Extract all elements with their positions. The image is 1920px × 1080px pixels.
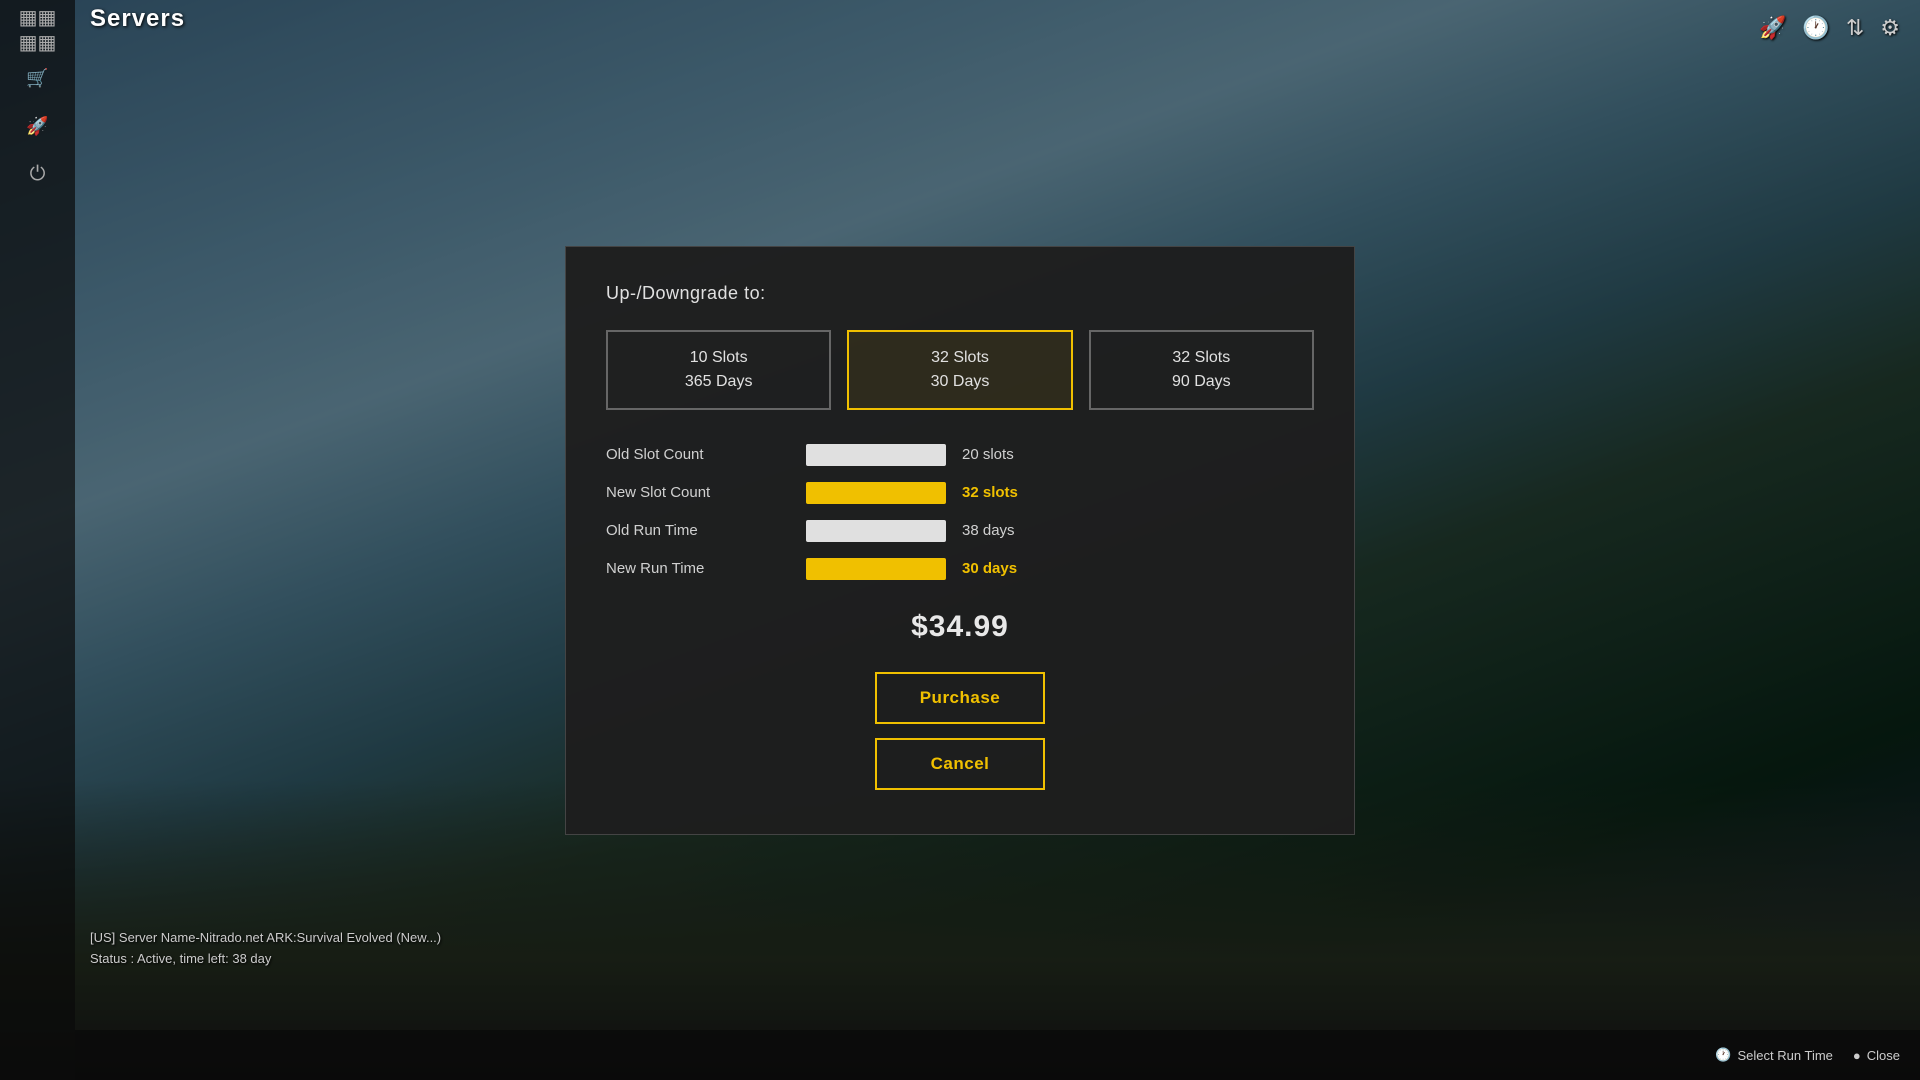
clock-icon-top[interactable]: 🕐 bbox=[1802, 15, 1829, 41]
new-runtime-value-wrap: 30 days bbox=[806, 558, 1314, 580]
new-runtime-bar bbox=[806, 558, 946, 580]
page-title: Servers bbox=[90, 5, 185, 33]
slot-option-1-line2: 365 Days bbox=[685, 373, 753, 390]
cancel-button[interactable]: Cancel bbox=[875, 738, 1045, 790]
rocket-icon-top[interactable]: 🚀 bbox=[1759, 15, 1786, 41]
new-slot-value: 32 slots bbox=[962, 484, 1018, 501]
servers-icon: ▦▦▦▦ bbox=[19, 5, 57, 55]
price-display: $34.99 bbox=[606, 610, 1314, 644]
purchase-button[interactable]: Purchase bbox=[875, 672, 1045, 724]
slot-option-1-line1: 10 Slots bbox=[690, 349, 748, 366]
gear-icon-top[interactable]: ⚙ bbox=[1880, 15, 1900, 41]
new-slot-bar bbox=[806, 482, 946, 504]
server-status: Status : Active, time left: 38 day bbox=[90, 949, 441, 970]
new-runtime-label: New Run Time bbox=[606, 560, 806, 577]
old-runtime-label: Old Run Time bbox=[606, 522, 806, 539]
old-runtime-value: 38 days bbox=[962, 522, 1015, 539]
old-runtime-value-wrap: 38 days bbox=[806, 520, 1314, 542]
bottom-select-runtime[interactable]: 🕐 Select Run Time bbox=[1715, 1047, 1833, 1063]
sidebar-item-boost[interactable]: 🚀 bbox=[13, 106, 63, 146]
sidebar-item-shop[interactable]: 🛒 bbox=[13, 58, 63, 98]
bottom-bar: 🕐 Select Run Time ● Close bbox=[75, 1030, 1920, 1080]
slot-option-3-line1: 32 Slots bbox=[1172, 349, 1230, 366]
sidebar: ▦▦▦▦ 🛒 🚀 ⏻ bbox=[0, 0, 75, 1080]
top-right-toolbar: 🚀 🕐 ⇅ ⚙ bbox=[1759, 15, 1900, 41]
server-info: [US] Server Name-Nitrado.net ARK:Surviva… bbox=[90, 928, 441, 970]
server-name: [US] Server Name-Nitrado.net ARK:Surviva… bbox=[90, 928, 441, 949]
new-slot-value-wrap: 32 slots bbox=[806, 482, 1314, 504]
rocket-icon-sidebar: 🚀 bbox=[26, 116, 48, 137]
slot-option-2-line2: 30 Days bbox=[931, 373, 990, 390]
old-slot-value-wrap: 20 slots bbox=[806, 444, 1314, 466]
upgrade-modal: Up-/Downgrade to: 10 Slots 365 Days 32 S… bbox=[565, 246, 1355, 835]
slot-option-2-line1: 32 Slots bbox=[931, 349, 989, 366]
cart-icon: 🛒 bbox=[26, 68, 48, 89]
new-slot-label: New Slot Count bbox=[606, 484, 806, 501]
old-slot-label: Old Slot Count bbox=[606, 446, 806, 463]
old-slot-bar bbox=[806, 444, 946, 466]
bottom-runtime-label: Select Run Time bbox=[1738, 1048, 1833, 1063]
new-runtime-value: 30 days bbox=[962, 560, 1017, 577]
modal-title: Up-/Downgrade to: bbox=[606, 283, 1314, 304]
clock-icon-bottom: 🕐 bbox=[1715, 1047, 1731, 1063]
bottom-close[interactable]: ● Close bbox=[1853, 1048, 1900, 1063]
bottom-close-label: Close bbox=[1867, 1048, 1900, 1063]
power-icon: ⏻ bbox=[30, 163, 46, 186]
slot-option-1[interactable]: 10 Slots 365 Days bbox=[606, 330, 831, 410]
details-grid: Old Slot Count 20 slots New Slot Count 3… bbox=[606, 444, 1314, 580]
sort-icon-top[interactable]: ⇅ bbox=[1846, 15, 1864, 41]
old-slot-value: 20 slots bbox=[962, 446, 1014, 463]
slot-option-3-line2: 90 Days bbox=[1172, 373, 1231, 390]
close-icon-bottom: ● bbox=[1853, 1048, 1861, 1063]
old-runtime-bar bbox=[806, 520, 946, 542]
action-buttons: Purchase Cancel bbox=[606, 672, 1314, 790]
sidebar-item-servers[interactable]: ▦▦▦▦ bbox=[13, 10, 63, 50]
slot-option-2[interactable]: 32 Slots 30 Days bbox=[847, 330, 1072, 410]
sidebar-item-power[interactable]: ⏻ bbox=[13, 154, 63, 194]
slot-options-row: 10 Slots 365 Days 32 Slots 30 Days 32 Sl… bbox=[606, 330, 1314, 410]
slot-option-3[interactable]: 32 Slots 90 Days bbox=[1089, 330, 1314, 410]
